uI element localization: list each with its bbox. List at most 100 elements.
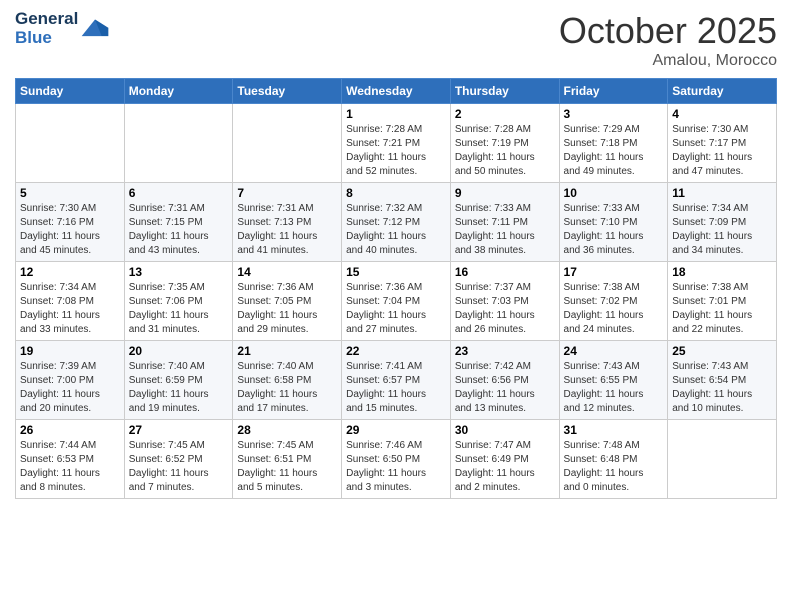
table-cell: 30 Sunrise: 7:47 AM Sunset: 6:49 PM Dayli… bbox=[450, 420, 559, 499]
day-info: Sunrise: 7:33 AM Sunset: 7:10 PM Dayligh… bbox=[564, 202, 664, 258]
col-wednesday: Wednesday bbox=[342, 79, 451, 104]
table-cell: 31 Sunrise: 7:48 AM Sunset: 6:48 PM Dayli… bbox=[559, 420, 668, 499]
day-number: 3 bbox=[564, 107, 664, 121]
day-number: 13 bbox=[129, 265, 229, 279]
week-row-3: 12 Sunrise: 7:34 AM Sunset: 7:08 PM Dayli… bbox=[16, 262, 777, 341]
day-number: 6 bbox=[129, 186, 229, 200]
col-monday: Monday bbox=[124, 79, 233, 104]
day-number: 28 bbox=[237, 423, 337, 437]
table-cell: 6 Sunrise: 7:31 AM Sunset: 7:15 PM Daylig… bbox=[124, 183, 233, 262]
table-cell bbox=[233, 104, 342, 183]
day-number: 1 bbox=[346, 107, 446, 121]
week-row-1: 1 Sunrise: 7:28 AM Sunset: 7:21 PM Daylig… bbox=[16, 104, 777, 183]
day-info: Sunrise: 7:48 AM Sunset: 6:48 PM Dayligh… bbox=[564, 439, 664, 495]
table-cell: 10Sunrise: 7:33 AM Sunset: 7:10 PM Dayli… bbox=[559, 183, 668, 262]
day-number: 16 bbox=[455, 265, 555, 279]
day-info: Sunrise: 7:28 AM Sunset: 7:21 PM Dayligh… bbox=[346, 123, 446, 179]
table-cell: 20 Sunrise: 7:40 AM Sunset: 6:59 PM Dayli… bbox=[124, 341, 233, 420]
day-number: 7 bbox=[237, 186, 337, 200]
day-number: 27 bbox=[129, 423, 229, 437]
day-number: 4 bbox=[672, 107, 772, 121]
logo-general: General bbox=[15, 10, 78, 29]
day-number: 12 bbox=[20, 265, 120, 279]
calendar-table: Sunday Monday Tuesday Wednesday Thursday… bbox=[15, 78, 777, 499]
day-info: Sunrise: 7:41 AM Sunset: 6:57 PM Dayligh… bbox=[346, 360, 446, 416]
day-number: 22 bbox=[346, 344, 446, 358]
day-info: Sunrise: 7:30 AM Sunset: 7:17 PM Dayligh… bbox=[672, 123, 772, 179]
day-number: 11 bbox=[672, 186, 772, 200]
page-header: General Blue October 2025 Amalou, Morocc… bbox=[15, 10, 777, 70]
day-info: Sunrise: 7:47 AM Sunset: 6:49 PM Dayligh… bbox=[455, 439, 555, 495]
logo-blue: Blue bbox=[15, 29, 52, 48]
table-cell: 16 Sunrise: 7:37 AM Sunset: 7:03 PM Dayli… bbox=[450, 262, 559, 341]
calendar-page: General Blue October 2025 Amalou, Morocc… bbox=[0, 0, 792, 612]
table-cell: 5Sunrise: 7:30 AM Sunset: 7:16 PM Daylig… bbox=[16, 183, 125, 262]
day-info: Sunrise: 7:43 AM Sunset: 6:55 PM Dayligh… bbox=[564, 360, 664, 416]
logo-icon bbox=[80, 16, 110, 38]
day-info: Sunrise: 7:37 AM Sunset: 7:03 PM Dayligh… bbox=[455, 281, 555, 337]
table-cell: 28Sunrise: 7:45 AM Sunset: 6:51 PM Dayli… bbox=[233, 420, 342, 499]
table-cell: 17Sunrise: 7:38 AM Sunset: 7:02 PM Dayli… bbox=[559, 262, 668, 341]
table-cell: 1 Sunrise: 7:28 AM Sunset: 7:21 PM Daylig… bbox=[342, 104, 451, 183]
day-info: Sunrise: 7:35 AM Sunset: 7:06 PM Dayligh… bbox=[129, 281, 229, 337]
day-info: Sunrise: 7:43 AM Sunset: 6:54 PM Dayligh… bbox=[672, 360, 772, 416]
table-cell: 25Sunrise: 7:43 AM Sunset: 6:54 PM Dayli… bbox=[668, 341, 777, 420]
col-tuesday: Tuesday bbox=[233, 79, 342, 104]
day-info: Sunrise: 7:31 AM Sunset: 7:13 PM Dayligh… bbox=[237, 202, 337, 258]
day-number: 23 bbox=[455, 344, 555, 358]
table-cell: 29 Sunrise: 7:46 AM Sunset: 6:50 PM Dayli… bbox=[342, 420, 451, 499]
day-number: 24 bbox=[564, 344, 664, 358]
day-info: Sunrise: 7:39 AM Sunset: 7:00 PM Dayligh… bbox=[20, 360, 120, 416]
table-cell: 2Sunrise: 7:28 AM Sunset: 7:19 PM Daylig… bbox=[450, 104, 559, 183]
table-cell: 23 Sunrise: 7:42 AM Sunset: 6:56 PM Dayli… bbox=[450, 341, 559, 420]
table-cell: 19 Sunrise: 7:39 AM Sunset: 7:00 PM Dayli… bbox=[16, 341, 125, 420]
day-info: Sunrise: 7:46 AM Sunset: 6:50 PM Dayligh… bbox=[346, 439, 446, 495]
table-cell: 26 Sunrise: 7:44 AM Sunset: 6:53 PM Dayli… bbox=[16, 420, 125, 499]
day-info: Sunrise: 7:30 AM Sunset: 7:16 PM Dayligh… bbox=[20, 202, 120, 258]
day-number: 8 bbox=[346, 186, 446, 200]
table-cell: 15Sunrise: 7:36 AM Sunset: 7:04 PM Dayli… bbox=[342, 262, 451, 341]
day-info: Sunrise: 7:34 AM Sunset: 7:08 PM Dayligh… bbox=[20, 281, 120, 337]
table-cell: 9 Sunrise: 7:33 AM Sunset: 7:11 PM Daylig… bbox=[450, 183, 559, 262]
day-number: 9 bbox=[455, 186, 555, 200]
week-row-5: 26 Sunrise: 7:44 AM Sunset: 6:53 PM Dayli… bbox=[16, 420, 777, 499]
day-info: Sunrise: 7:40 AM Sunset: 6:58 PM Dayligh… bbox=[237, 360, 337, 416]
day-info: Sunrise: 7:38 AM Sunset: 7:01 PM Dayligh… bbox=[672, 281, 772, 337]
day-number: 29 bbox=[346, 423, 446, 437]
day-number: 21 bbox=[237, 344, 337, 358]
day-info: Sunrise: 7:32 AM Sunset: 7:12 PM Dayligh… bbox=[346, 202, 446, 258]
day-info: Sunrise: 7:40 AM Sunset: 6:59 PM Dayligh… bbox=[129, 360, 229, 416]
table-cell: 3Sunrise: 7:29 AM Sunset: 7:18 PM Daylig… bbox=[559, 104, 668, 183]
day-info: Sunrise: 7:33 AM Sunset: 7:11 PM Dayligh… bbox=[455, 202, 555, 258]
table-cell bbox=[124, 104, 233, 183]
col-thursday: Thursday bbox=[450, 79, 559, 104]
week-row-4: 19 Sunrise: 7:39 AM Sunset: 7:00 PM Dayli… bbox=[16, 341, 777, 420]
table-cell: 11Sunrise: 7:34 AM Sunset: 7:09 PM Dayli… bbox=[668, 183, 777, 262]
day-number: 19 bbox=[20, 344, 120, 358]
day-number: 30 bbox=[455, 423, 555, 437]
day-info: Sunrise: 7:36 AM Sunset: 7:05 PM Dayligh… bbox=[237, 281, 337, 337]
day-info: Sunrise: 7:36 AM Sunset: 7:04 PM Dayligh… bbox=[346, 281, 446, 337]
table-cell: 18 Sunrise: 7:38 AM Sunset: 7:01 PM Dayli… bbox=[668, 262, 777, 341]
day-number: 31 bbox=[564, 423, 664, 437]
day-number: 20 bbox=[129, 344, 229, 358]
day-info: Sunrise: 7:31 AM Sunset: 7:15 PM Dayligh… bbox=[129, 202, 229, 258]
location-title: Amalou, Morocco bbox=[559, 52, 777, 70]
logo: General Blue bbox=[15, 10, 110, 47]
month-title: October 2025 bbox=[559, 10, 777, 52]
day-number: 18 bbox=[672, 265, 772, 279]
table-cell: 14 Sunrise: 7:36 AM Sunset: 7:05 PM Dayli… bbox=[233, 262, 342, 341]
week-row-2: 5Sunrise: 7:30 AM Sunset: 7:16 PM Daylig… bbox=[16, 183, 777, 262]
day-info: Sunrise: 7:38 AM Sunset: 7:02 PM Dayligh… bbox=[564, 281, 664, 337]
day-number: 26 bbox=[20, 423, 120, 437]
day-info: Sunrise: 7:44 AM Sunset: 6:53 PM Dayligh… bbox=[20, 439, 120, 495]
table-cell: 27Sunrise: 7:45 AM Sunset: 6:52 PM Dayli… bbox=[124, 420, 233, 499]
table-cell: 13 Sunrise: 7:35 AM Sunset: 7:06 PM Dayli… bbox=[124, 262, 233, 341]
day-info: Sunrise: 7:28 AM Sunset: 7:19 PM Dayligh… bbox=[455, 123, 555, 179]
table-cell: 7 Sunrise: 7:31 AM Sunset: 7:13 PM Daylig… bbox=[233, 183, 342, 262]
table-cell: 22 Sunrise: 7:41 AM Sunset: 6:57 PM Dayli… bbox=[342, 341, 451, 420]
day-number: 14 bbox=[237, 265, 337, 279]
day-info: Sunrise: 7:42 AM Sunset: 6:56 PM Dayligh… bbox=[455, 360, 555, 416]
table-cell: 12 Sunrise: 7:34 AM Sunset: 7:08 PM Dayli… bbox=[16, 262, 125, 341]
table-cell bbox=[668, 420, 777, 499]
